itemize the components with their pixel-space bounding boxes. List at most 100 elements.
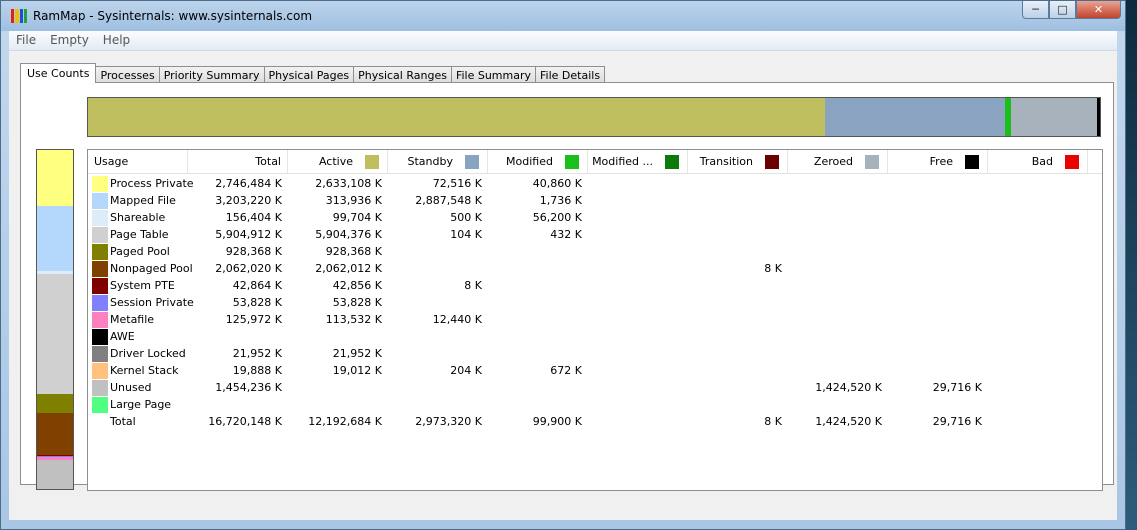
menu-help[interactable]: Help	[96, 31, 137, 49]
usage-color-swatch	[92, 227, 108, 243]
column-header-usage[interactable]: Usage	[88, 150, 188, 173]
usage-label: Large Page	[110, 398, 172, 411]
usage-color-swatch	[92, 346, 108, 362]
cell-active: 53,828 K	[332, 296, 382, 309]
tab-physical-ranges[interactable]: Physical Ranges	[353, 66, 452, 83]
table-row[interactable]: Process Private 2,746,484 K 2,633,108 K 72,…	[88, 175, 1102, 192]
table-row[interactable]: Session Private 53,828 K 53,828 K	[88, 294, 1102, 311]
table-row[interactable]: Unused 1,454,236 K 1,424,520 K 29,716 K	[88, 379, 1102, 396]
table-row[interactable]: Total 16,720,148 K 12,192,684 K 2,973,320 K…	[88, 413, 1102, 430]
column-color-swatch	[965, 155, 979, 169]
table-row[interactable]: System PTE 42,864 K 42,856 K 8 K	[88, 277, 1102, 294]
table-row[interactable]: Kernel Stack 19,888 K 19,012 K 204 K 672 K	[88, 362, 1102, 379]
menu-empty[interactable]: Empty	[43, 31, 96, 49]
tab-priority-summary[interactable]: Priority Summary	[158, 66, 265, 83]
tab-physical-pages[interactable]: Physical Pages	[263, 66, 355, 83]
close-button[interactable]: ✕	[1076, 1, 1121, 19]
use-counts-page: Usage Total Active Standby Modified Modified …	[20, 82, 1114, 491]
table-row[interactable]: Paged Pool 928,368 K 928,368 K	[88, 243, 1102, 260]
usage-color-swatch	[92, 380, 108, 396]
cell-modified: 56,200 K	[532, 211, 582, 224]
usage-label: Metafile	[110, 313, 155, 326]
column-header-modified[interactable]: Modified ...	[588, 150, 688, 173]
column-header-total[interactable]: Total	[188, 150, 288, 173]
tab-file-details[interactable]: File Details	[535, 66, 606, 83]
cell-total: 53,828 K	[232, 296, 282, 309]
close-icon: ✕	[1093, 3, 1104, 16]
cell-total: 42,864 K	[232, 279, 282, 292]
cell-active: 113,532 K	[325, 313, 382, 326]
usage-color-swatch	[92, 397, 108, 413]
maximize-button[interactable]: □	[1049, 1, 1076, 19]
cell-zeroed: 1,424,520 K	[815, 415, 882, 428]
table-row[interactable]: Large Page	[88, 396, 1102, 413]
cell-standby: 500 K	[450, 211, 482, 224]
minimize-button[interactable]: ─	[1022, 1, 1049, 19]
state-bar-segment-zeroed	[1011, 98, 1097, 136]
column-header-free[interactable]: Free	[888, 150, 988, 173]
table-row[interactable]: Nonpaged Pool 2,062,020 K 2,062,012 K 8 K	[88, 260, 1102, 277]
tab-use-counts[interactable]: Use Counts	[20, 63, 97, 83]
rammap-app-icon	[11, 9, 27, 23]
usage-color-swatch	[92, 244, 108, 260]
table-row[interactable]: Shareable 156,404 K 99,704 K 500 K 56,200 K	[88, 209, 1102, 226]
column-header-label: Active	[318, 155, 353, 168]
cell-total: 16,720,148 K	[208, 415, 282, 428]
rammap-window: RamMap - Sysinternals: www.sysinternals.…	[0, 0, 1126, 530]
state-bar-segment-active	[88, 98, 825, 136]
usage-label: Session Private	[110, 296, 194, 309]
tab-file-summary[interactable]: File Summary	[450, 66, 537, 83]
usage-label: Paged Pool	[110, 245, 170, 258]
cell-total: 19,888 K	[232, 364, 282, 377]
table-row[interactable]: Page Table 5,904,912 K 5,904,376 K 104 K 432…	[88, 226, 1102, 243]
menu-file[interactable]: File	[9, 31, 43, 49]
column-header-modified[interactable]: Modified	[488, 150, 588, 173]
minimize-icon: ─	[1032, 3, 1039, 16]
table-row[interactable]: Mapped File 3,203,220 K 313,936 K 2,887,548…	[88, 192, 1102, 209]
cell-standby: 72,516 K	[432, 177, 482, 190]
tab-processes[interactable]: Processes	[95, 66, 160, 83]
column-color-swatch	[865, 155, 879, 169]
column-header-active[interactable]: Active	[288, 150, 388, 173]
column-header-label: Free	[929, 155, 953, 168]
cell-total: 2,746,484 K	[215, 177, 282, 190]
cell-transition: 8 K	[764, 262, 782, 275]
cell-active: 12,192,684 K	[308, 415, 382, 428]
column-color-swatch	[1065, 155, 1079, 169]
cell-free: 29,716 K	[932, 415, 982, 428]
window-title: RamMap - Sysinternals: www.sysinternals.…	[33, 9, 313, 23]
usage-bar-segment-unused	[37, 460, 73, 489]
cell-active: 2,633,108 K	[315, 177, 382, 190]
cell-active: 21,952 K	[332, 347, 382, 360]
table-row[interactable]: Metafile 125,972 K 113,532 K 12,440 K	[88, 311, 1102, 328]
usage-label: Shareable	[110, 211, 166, 224]
usage-label: Process Private	[110, 177, 194, 190]
cell-modified: 40,860 K	[532, 177, 582, 190]
column-header-transition[interactable]: Transition	[688, 150, 788, 173]
usage-bar-segment-mapped-file	[37, 206, 73, 271]
usage-label: Page Table	[110, 228, 169, 241]
usage-label: Mapped File	[110, 194, 176, 207]
usage-label: Nonpaged Pool	[110, 262, 193, 275]
cell-standby: 12,440 K	[432, 313, 482, 326]
column-color-swatch	[665, 155, 679, 169]
column-header-bad[interactable]: Bad	[988, 150, 1088, 173]
usage-bar-segment-nonpaged-pool	[37, 413, 73, 455]
usage-color-swatch	[92, 295, 108, 311]
usage-bar-segment-paged-pool	[37, 394, 73, 413]
cell-transition: 8 K	[764, 415, 782, 428]
cell-active: 313,936 K	[325, 194, 382, 207]
usage-label: Unused	[110, 381, 152, 394]
tab-strip: Use Counts Processes Priority Summary Ph…	[20, 63, 606, 83]
title-bar[interactable]: RamMap - Sysinternals: www.sysinternals.…	[1, 1, 1125, 31]
usage-color-swatch	[92, 193, 108, 209]
cell-active: 928,368 K	[325, 245, 382, 258]
column-header-standby[interactable]: Standby	[388, 150, 488, 173]
column-header-label: Standby	[407, 155, 453, 168]
usage-label: Driver Locked	[110, 347, 186, 360]
table-row[interactable]: AWE	[88, 328, 1102, 345]
table-row[interactable]: Driver Locked 21,952 K 21,952 K	[88, 345, 1102, 362]
column-header-zeroed[interactable]: Zeroed	[788, 150, 888, 173]
column-color-swatch	[565, 155, 579, 169]
cell-active: 2,062,012 K	[315, 262, 382, 275]
